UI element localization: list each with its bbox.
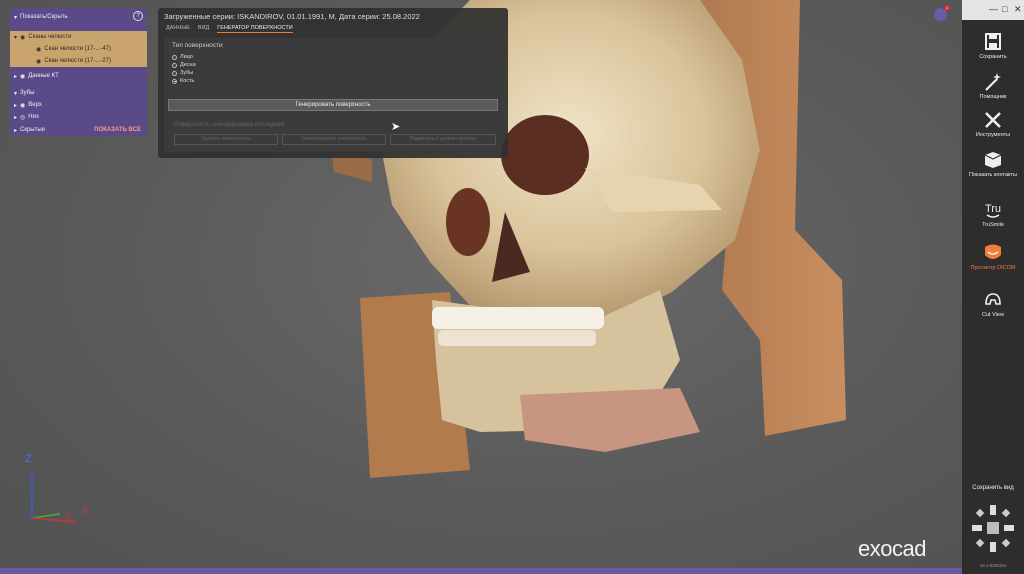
- surface-type-label: Тип поверхности: [172, 42, 223, 49]
- radio-label: Лицо: [180, 54, 193, 60]
- chevron-down-icon[interactable]: ▾: [14, 34, 17, 41]
- eye-icon[interactable]: ◉: [36, 46, 41, 53]
- eye-icon[interactable]: ◉: [36, 58, 41, 65]
- notification-badge: 1: [944, 5, 950, 11]
- tree-item-upper[interactable]: ▸ ◉ Верх: [10, 99, 147, 111]
- sidebar-item-cutview[interactable]: Cut View: [962, 290, 1024, 318]
- tree-item-label: Данные КТ: [28, 73, 59, 79]
- tree-item-label: Скан челюсти (17-...-47): [44, 46, 112, 52]
- view-cube-icon[interactable]: [969, 500, 1017, 558]
- version-label: v3.1-8250/64: [979, 563, 1007, 568]
- bottom-bar: [0, 568, 962, 574]
- chevron-down-icon[interactable]: ▾: [14, 14, 17, 21]
- sidebar-item-label: Показать контакты: [969, 172, 1017, 178]
- chevron-right-icon[interactable]: ▸: [14, 102, 17, 109]
- chevron-right-icon[interactable]: ▸: [14, 114, 17, 121]
- tree-item-label: Зубы: [20, 90, 35, 96]
- save-view-label: Сохранить вид: [972, 485, 1014, 491]
- tab-surface-generator[interactable]: ГЕНЕРАТОР ПОВЕРХНОСТИ: [217, 25, 293, 33]
- tree-item-jaw-scans[interactable]: ▾ ◉ Сканы челюсти: [10, 31, 147, 43]
- radio-button[interactable]: [172, 62, 177, 68]
- sidebar-item-label: Инструменты: [975, 132, 1011, 138]
- eye-icon[interactable]: ◉: [20, 73, 25, 80]
- tab-view[interactable]: ВИД: [198, 25, 209, 33]
- trusmile-icon: Tru: [985, 203, 1001, 218]
- save-icon: [985, 33, 1001, 50]
- sidebar-item-label: Помощник: [979, 94, 1007, 100]
- radio-face[interactable]: Лицо: [172, 54, 193, 60]
- sidebar-item-label: Сохранить: [979, 54, 1007, 60]
- surface-generator-panel: Тип поверхности Лицо Десна Зубы Кость Ге…: [164, 38, 502, 152]
- tree-item-label: Верх: [28, 102, 42, 108]
- sidebar-item-trusmile[interactable]: Tru TruSmile: [962, 200, 1024, 228]
- eye-icon[interactable]: ◉: [20, 34, 25, 41]
- dicom-dialog: Загруженные серии: ISKANDIROV, 01.01.199…: [158, 8, 508, 158]
- sidebar-item-label: Cut View: [982, 312, 1004, 318]
- tree-item-ct-data[interactable]: ▸ ◉ Данные КТ: [10, 70, 147, 82]
- x-axis-label: X: [82, 506, 89, 517]
- radio-gum[interactable]: Десна: [172, 62, 196, 68]
- chevron-down-icon[interactable]: ▾: [14, 90, 17, 97]
- sidebar-item-label: TruSmile: [982, 222, 1004, 228]
- snap-surface-button[interactable]: Подвесить к уровню протезе: [390, 134, 496, 145]
- eye-icon[interactable]: ◉: [20, 102, 25, 109]
- radio-bone[interactable]: Кость: [172, 78, 194, 84]
- maximize-icon[interactable]: □: [1002, 4, 1007, 14]
- show-all-link[interactable]: ПОКАЗАТЬ ВСЕ: [94, 127, 147, 133]
- tree-item-lower[interactable]: ▸ ◎ Низ: [10, 111, 147, 123]
- mouse-cursor-icon: ➤: [391, 121, 401, 133]
- chevron-right-icon[interactable]: ▸: [14, 73, 17, 80]
- close-icon[interactable]: ✕: [1014, 4, 1022, 15]
- tree-item-teeth[interactable]: ▾ Зубы: [10, 87, 147, 99]
- right-sidebar: — □ ✕ Сохранить Помощник Инструменты Пок…: [962, 0, 1024, 574]
- show-hide-header[interactable]: ▾ Показать/Скрыть: [10, 11, 147, 23]
- window-controls: — □ ✕: [962, 0, 1024, 20]
- svg-text:Tru: Tru: [985, 203, 1001, 215]
- last-surface-label: Поверхность сгенерирована последней: [174, 122, 285, 128]
- tree-item-label: Скан челюсти (17-...-27): [44, 58, 112, 64]
- wizard-icon: [985, 73, 1001, 91]
- dialog-tabs: ДАННЫЕ ВИД ГЕНЕРАТОР ПОВЕРХНОСТИ: [166, 25, 293, 33]
- radio-label: Зубы: [180, 70, 194, 76]
- show-hide-panel: ▾ Показать/Скрыть ? ▾ ◉ Сканы челюсти ◉ …: [10, 8, 147, 136]
- invert-surface-button[interactable]: Инвертировать поверхность: [282, 134, 386, 145]
- generate-surface-button[interactable]: Генерировать поверхность: [168, 99, 498, 111]
- radio-teeth[interactable]: Зубы: [172, 70, 193, 76]
- tree-item-label: Низ: [28, 114, 39, 120]
- radio-button[interactable]: [172, 70, 177, 76]
- sidebar-item-dicom[interactable]: Просмотр DICOM: [962, 243, 1024, 271]
- tree-item-hidden[interactable]: ▸ Скрытые ПОКАЗАТЬ ВСЕ: [10, 124, 147, 136]
- help-icon[interactable]: ?: [133, 11, 143, 21]
- tab-data[interactable]: ДАННЫЕ: [166, 25, 190, 33]
- tree-item-jaw-scan-1[interactable]: ◉ Скан челюсти (17-...-47): [10, 43, 147, 55]
- exocad-logo: exocad: [858, 536, 926, 561]
- radio-button-selected[interactable]: [172, 78, 177, 84]
- sidebar-item-save[interactable]: Сохранить: [962, 32, 1024, 60]
- radio-label: Десна: [180, 62, 196, 68]
- sidebar-item-contacts[interactable]: Показать контакты: [962, 150, 1024, 178]
- sidebar-item-wizard[interactable]: Помощник: [962, 72, 1024, 100]
- tools-icon: [985, 112, 1001, 128]
- y-axis-label: Y: [65, 512, 72, 523]
- eye-off-icon[interactable]: ◎: [20, 114, 25, 121]
- contacts-icon: [984, 152, 1002, 168]
- sidebar-item-tools[interactable]: Инструменты: [962, 110, 1024, 138]
- dialog-title: Загруженные серии: ISKANDIROV, 01.01.199…: [164, 12, 420, 21]
- y-axis-line: [31, 513, 61, 519]
- radio-label: Кость: [180, 78, 195, 84]
- delete-surface-button[interactable]: Удалить поверхность: [174, 134, 278, 145]
- tree-item-label: Скрытые: [20, 127, 46, 133]
- axis-gizmo: Z Y X: [25, 453, 89, 523]
- dicom-icon: [985, 244, 1001, 259]
- minimize-icon[interactable]: —: [989, 4, 998, 14]
- tree-item-jaw-scan-2[interactable]: ◉ Скан челюсти (17-...-27): [10, 55, 147, 67]
- show-hide-title: Показать/Скрыть: [20, 14, 68, 20]
- sidebar-item-label: Просмотр DICOM: [970, 265, 1016, 271]
- radio-button[interactable]: [172, 54, 177, 60]
- cutview-icon: [985, 293, 1001, 305]
- z-axis-label: Z: [25, 453, 32, 465]
- chevron-right-icon[interactable]: ▸: [14, 127, 17, 134]
- tree-item-label: Сканы челюсти: [28, 34, 72, 40]
